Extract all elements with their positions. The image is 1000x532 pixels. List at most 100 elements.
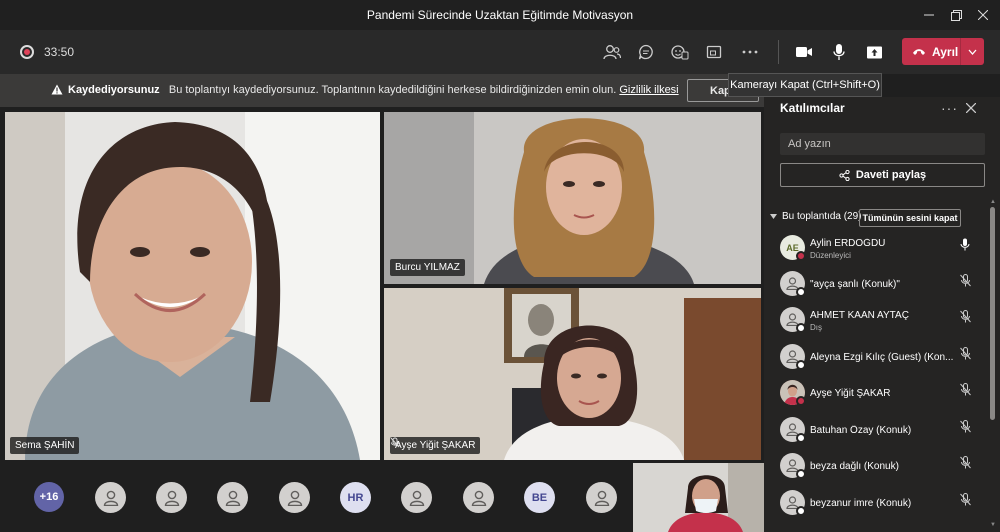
status-indicator <box>796 469 806 479</box>
banner-message: Bu toplantıyı kaydediyorsunuz. Toplantın… <box>168 84 617 96</box>
video-tile-burcu[interactable]: Burcu YILMAZ <box>384 112 761 284</box>
camera-tooltip: Kamerayı Kapat (Ctrl+Shift+O) <box>728 73 882 97</box>
participant-name: beyza dağlı (Konuk) <box>810 461 899 472</box>
mic-off-icon[interactable] <box>960 456 971 474</box>
meeting-toolbar: 33:50 Ayrıl <box>0 30 1000 74</box>
participant-name: Ayşe Yiğit ŞAKAR <box>810 388 891 399</box>
participant-name: Batuhan Özay (Konuk) <box>810 425 912 436</box>
scroll-up-arrow-icon[interactable]: ▲ <box>990 199 996 205</box>
overflow-participants-badge[interactable]: +16 <box>34 482 64 512</box>
mute-all-button[interactable]: Tümünün sesini kapat <box>859 209 961 227</box>
leave-button[interactable]: Ayrıl <box>902 38 984 65</box>
leave-button-label: Ayrıl <box>932 44 959 59</box>
participant-avatar[interactable] <box>279 482 310 513</box>
mic-off-icon[interactable] <box>960 274 971 292</box>
chat-icon[interactable] <box>634 40 658 64</box>
participant-name-label: Sema ŞAHİN <box>10 437 80 454</box>
panel-title: Katılımcılar <box>780 101 845 115</box>
participant-avatar-initials[interactable]: HR <box>340 482 371 513</box>
mic-off-icon[interactable] <box>960 420 971 438</box>
people-icon[interactable] <box>600 40 624 64</box>
participant-name: "ayça şanlı (Konuk)" <box>810 279 900 290</box>
participant-row[interactable]: AE Aylin ERDOĞDU Düzenleyici <box>764 233 992 269</box>
toolbar-divider <box>778 40 779 64</box>
participant-avatar[interactable] <box>156 482 187 513</box>
participant-name: Aylin ERDOĞDU <box>810 238 886 249</box>
participant-name: beyzanur imre (Konuk) <box>810 498 912 509</box>
participant-row[interactable]: beyza dağlı (Konuk) <box>764 451 992 487</box>
status-indicator <box>796 323 806 333</box>
participant-name: Aleyna Ezgi Kılıç (Guest) (Kon... <box>810 352 954 363</box>
self-video <box>633 463 764 532</box>
mic-icon[interactable] <box>827 40 851 64</box>
person-icon <box>409 490 424 506</box>
mic-on-icon[interactable] <box>960 238 970 256</box>
banner-title: Kaydediyorsunuz <box>68 84 160 96</box>
share-invite-label: Daveti paylaş <box>855 169 927 181</box>
participant-avatar[interactable] <box>586 482 617 513</box>
participant-avatar[interactable] <box>463 482 494 513</box>
status-indicator <box>796 251 806 261</box>
participant-strip: +16 HR BE <box>0 461 764 532</box>
participant-name-label: Ayşe Yiğit ŞAKAR <box>390 437 481 454</box>
window-title: Pandemi Sürecinde Uzaktan Eğitimde Motiv… <box>366 8 634 22</box>
person-icon <box>164 490 179 506</box>
status-indicator <box>796 360 806 370</box>
status-indicator <box>796 433 806 443</box>
chevron-down-icon <box>770 214 777 219</box>
participant-row[interactable]: beyzanur imre (Konuk) <box>764 488 992 524</box>
mic-off-icon[interactable] <box>960 383 971 401</box>
participant-avatar-initials[interactable]: BE <box>524 482 555 513</box>
participant-role: Dış <box>810 323 822 332</box>
participant-avatar[interactable] <box>217 482 248 513</box>
warning-icon <box>51 84 63 98</box>
mic-off-icon[interactable] <box>960 493 971 511</box>
participant-row[interactable]: "ayça şanlı (Konuk)" <box>764 269 992 305</box>
person-icon <box>287 490 302 506</box>
participants-scrollbar[interactable] <box>990 207 995 420</box>
video-tile-ayse[interactable]: Ayşe Yiğit ŞAKAR <box>384 288 761 460</box>
status-indicator <box>796 396 806 406</box>
participant-row[interactable]: AHMET KAAN AYTAÇ Dış <box>764 305 992 341</box>
more-options-icon[interactable] <box>738 40 762 64</box>
status-indicator <box>796 287 806 297</box>
panel-more-icon[interactable]: ··· <box>941 100 958 116</box>
video-tile-sema[interactable]: Sema ŞAHİN <box>5 112 380 460</box>
mic-off-icon[interactable] <box>960 347 971 365</box>
camera-icon[interactable] <box>792 40 816 64</box>
share-screen-icon[interactable] <box>862 40 886 64</box>
status-indicator <box>796 506 806 516</box>
title-bar: Pandemi Sürecinde Uzaktan Eğitimde Motiv… <box>0 0 1000 30</box>
share-icon <box>839 169 850 181</box>
participant-avatar[interactable] <box>401 482 432 513</box>
video-stage: Sema ŞAHİN Burcu YILMAZ Ayşe Yiğit ŞAKAR <box>0 107 764 461</box>
participant-search-input[interactable]: Ad yazın <box>780 133 985 155</box>
participant-row[interactable]: Batuhan Özay (Konuk) <box>764 415 992 451</box>
scroll-down-arrow-icon[interactable]: ▼ <box>990 522 996 528</box>
participant-name: AHMET KAAN AYTAÇ <box>810 310 909 321</box>
person-icon <box>103 490 118 506</box>
participant-video <box>5 112 380 460</box>
participant-avatar[interactable] <box>95 482 126 513</box>
participant-video <box>384 288 761 460</box>
privacy-link[interactable]: Gizlilik ilkesi <box>619 84 678 96</box>
leave-dropdown-chevron-icon[interactable] <box>960 38 984 65</box>
participant-name-label: Burcu YILMAZ <box>390 259 465 276</box>
share-invite-button[interactable]: Daveti paylaş <box>780 163 985 187</box>
recording-icon <box>20 45 34 59</box>
participant-row[interactable]: Ayşe Yiğit ŞAKAR <box>764 378 992 414</box>
person-icon <box>471 490 486 506</box>
close-window-icon[interactable] <box>966 0 1000 30</box>
self-video-preview[interactable] <box>633 463 764 532</box>
panel-close-icon[interactable] <box>965 100 977 117</box>
participant-row[interactable]: Aleyna Ezgi Kılıç (Guest) (Kon... <box>764 342 992 378</box>
meeting-timer: 33:50 <box>44 45 75 59</box>
share-tray-icon[interactable] <box>702 40 726 64</box>
participant-role: Düzenleyici <box>810 251 851 260</box>
mic-off-icon <box>390 437 400 448</box>
reactions-icon[interactable] <box>668 40 692 64</box>
phone-hangup-icon <box>913 48 925 55</box>
recording-banner: Kaydediyorsunuz Bu toplantıyı kaydediyor… <box>0 74 764 107</box>
in-meeting-section-header[interactable]: Bu toplantıda (29) <box>770 211 862 222</box>
mic-off-icon[interactable] <box>960 310 971 328</box>
